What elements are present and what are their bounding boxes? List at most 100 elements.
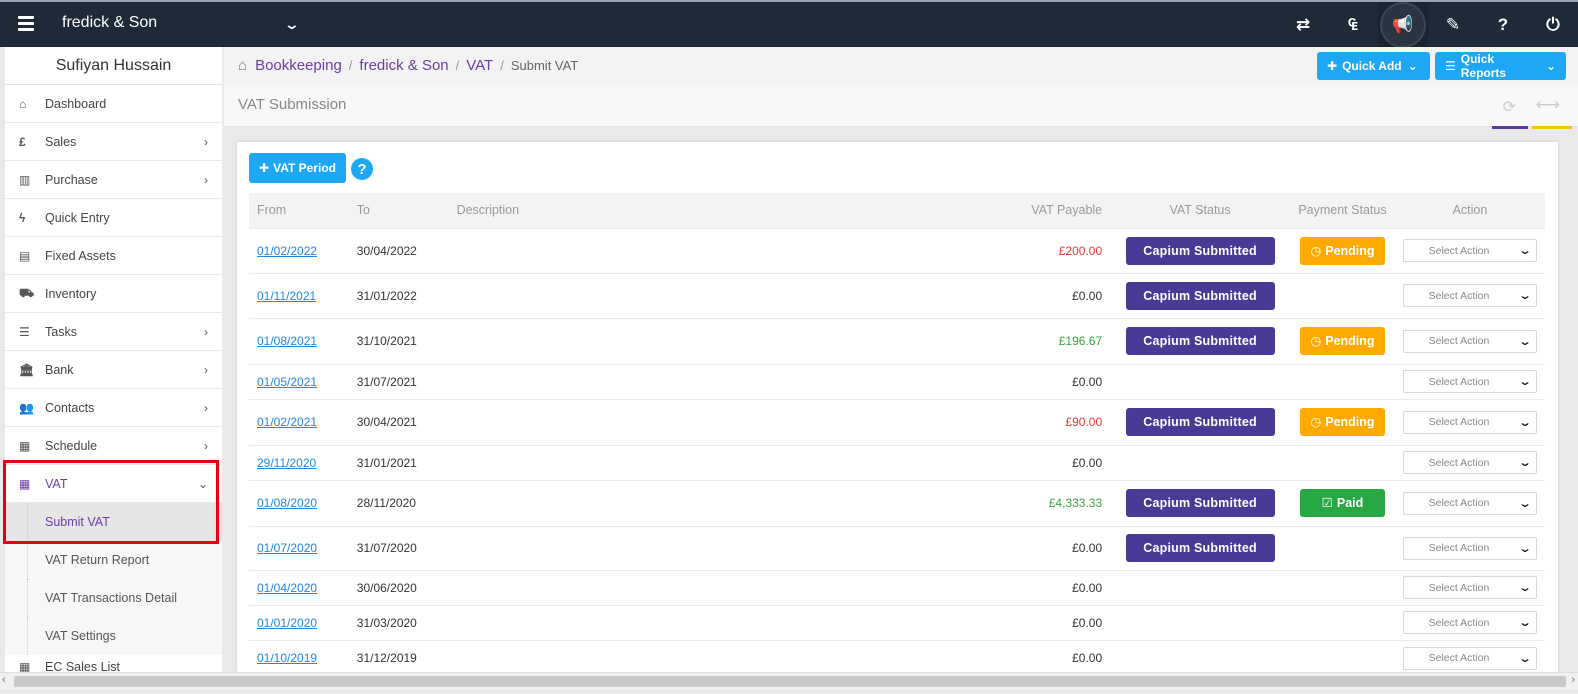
- select-action-dropdown[interactable]: Select Action ⌄: [1402, 576, 1537, 599]
- breadcrumb: ⌂ Bookkeeping / fredick & Son / VAT / Su…: [238, 57, 578, 74]
- scroll-right-icon[interactable]: ›: [1571, 674, 1575, 686]
- company-name[interactable]: fredick & Son: [62, 14, 157, 32]
- cell-payment-status: [1289, 525, 1395, 570]
- sidebar-item-purchase[interactable]: ▥ Purchase ›: [5, 161, 222, 199]
- sidebar-item-dashboard[interactable]: ⌂ Dashboard: [5, 85, 222, 123]
- vat-periods-table: From To Description VAT Payable VAT Stat…: [249, 193, 1545, 672]
- cell-to: 30/06/2020: [348, 569, 449, 605]
- quick-reports-button[interactable]: ☰ Quick Reports ⌄: [1435, 52, 1566, 80]
- chevron-down-icon: ⌄: [1518, 457, 1532, 469]
- cell-from: 01/01/2020: [249, 604, 349, 640]
- refresh-icon[interactable]: ⟳: [1503, 97, 1516, 117]
- breadcrumb-company[interactable]: fredick & Son: [359, 57, 448, 74]
- cell-payment-status: ☑ Paid: [1289, 479, 1395, 526]
- select-action-dropdown[interactable]: Select Action ⌄: [1402, 370, 1537, 393]
- column-header-vat-payable[interactable]: VAT Payable: [1010, 193, 1110, 228]
- sidebar-item-fixed-assets[interactable]: ▤ Fixed Assets: [5, 237, 222, 275]
- column-header-payment-status[interactable]: Payment Status: [1290, 193, 1395, 228]
- period-from-link[interactable]: 01/02/2021: [257, 415, 317, 429]
- sidebar-item-sales[interactable]: £ Sales ›: [5, 123, 222, 161]
- bolt-icon: ϟ: [19, 210, 26, 225]
- home-icon[interactable]: ⌂: [238, 57, 247, 74]
- truck-icon: ⛟: [19, 285, 35, 300]
- period-from-link[interactable]: 01/05/2021: [257, 375, 317, 389]
- period-from-link[interactable]: 01/10/2019: [257, 651, 317, 665]
- sidebar-item-vat[interactable]: ▦ VAT ⌄: [5, 465, 222, 503]
- cell-to: 31/10/2021: [348, 317, 449, 364]
- add-vat-period-button[interactable]: ✚ VAT Period: [249, 153, 346, 183]
- cell-vat-payable: £0.00: [1010, 363, 1111, 399]
- payment-status-label: Pending: [1325, 334, 1375, 348]
- capium-icon[interactable]: ₠: [1328, 2, 1378, 47]
- cell-to: 31/07/2020: [348, 525, 449, 570]
- select-action-dropdown[interactable]: Select Action ⌄: [1402, 410, 1537, 434]
- period-from-link[interactable]: 29/11/2020: [257, 456, 316, 470]
- select-action-dropdown[interactable]: Select Action ⌄: [1402, 451, 1537, 474]
- expand-icon[interactable]: ⟷: [1536, 95, 1560, 115]
- select-action-dropdown[interactable]: Select Action ⌄: [1402, 491, 1537, 515]
- period-from-link[interactable]: 01/11/2021: [257, 289, 316, 303]
- scroll-left-icon[interactable]: ‹: [2, 674, 6, 686]
- tag-icon[interactable]: ✎: [1428, 2, 1478, 47]
- period-from-link[interactable]: 01/08/2021: [257, 334, 317, 348]
- cell-vat-status: Capium Submitted: [1110, 525, 1290, 570]
- chevron-down-icon[interactable]: ⌄: [284, 16, 300, 33]
- select-action-dropdown[interactable]: Select Action ⌄: [1402, 239, 1537, 262]
- select-action-label: Select Action: [1428, 581, 1490, 594]
- table-row: 01/11/2021 31/01/2022 £0.00 Capium Submitte…: [249, 272, 1545, 318]
- sidebar-item-quick-entry[interactable]: ϟ Quick Entry: [5, 199, 222, 237]
- sidebar-item-schedule[interactable]: ▦ Schedule ›: [5, 427, 222, 465]
- column-header-vat-status[interactable]: VAT Status: [1110, 193, 1290, 228]
- help-circle-icon[interactable]: ?: [351, 158, 373, 180]
- quick-add-button[interactable]: ✚ Quick Add ⌄: [1317, 52, 1430, 80]
- scrollbar-thumb[interactable]: [14, 676, 1566, 687]
- column-header-description[interactable]: Description: [449, 193, 1011, 228]
- plus-icon: ✚: [259, 161, 270, 175]
- cell-to: 31/01/2021: [348, 444, 449, 480]
- calculator-icon: ▦: [19, 476, 31, 491]
- cell-description: [448, 604, 1011, 640]
- cell-vat-status: Capium Submitted: [1110, 479, 1290, 526]
- cell-description: [448, 479, 1011, 526]
- help-icon[interactable]: ?: [1478, 2, 1528, 47]
- vat-status-badge: Capium Submitted: [1125, 408, 1275, 436]
- cell-from: 01/08/2021: [249, 317, 349, 364]
- period-from-link[interactable]: 01/08/2020: [257, 496, 317, 510]
- sidebar-item-bank[interactable]: 🏛 Bank ›: [5, 351, 222, 389]
- megaphone-icon[interactable]: 📢: [1378, 2, 1428, 47]
- clock-icon: ◷: [1310, 334, 1322, 348]
- select-action-dropdown[interactable]: Select Action ⌄: [1402, 646, 1537, 670]
- sidebar-subitem-vat-transactions-detail[interactable]: VAT Transactions Detail: [5, 579, 222, 617]
- select-action-dropdown[interactable]: Select Action ⌄: [1402, 284, 1537, 307]
- period-from-link[interactable]: 01/01/2020: [257, 616, 317, 630]
- cell-payment-status: [1289, 444, 1395, 480]
- column-header-from[interactable]: From: [249, 193, 349, 228]
- quick-add-label: Quick Add: [1342, 59, 1402, 73]
- select-action-dropdown[interactable]: Select Action ⌄: [1402, 611, 1537, 634]
- accent-bar-purple: [1492, 126, 1528, 129]
- exchange-icon[interactable]: ⇄: [1278, 2, 1328, 47]
- power-icon[interactable]: ⏻: [1528, 2, 1578, 47]
- cell-vat-status: Capium Submitted: [1110, 317, 1290, 364]
- sidebar-item-label: Fixed Assets: [45, 248, 116, 263]
- period-from-link[interactable]: 01/04/2020: [257, 581, 317, 595]
- select-action-dropdown[interactable]: Select Action ⌄: [1402, 536, 1537, 560]
- column-header-to[interactable]: To: [349, 193, 449, 228]
- list-icon: ☰: [19, 324, 30, 339]
- sidebar-item-ec-sales-list[interactable]: ▦ EC Sales List: [5, 655, 222, 672]
- cell-from: 01/02/2022: [249, 227, 349, 273]
- sidebar-subitem-submit-vat[interactable]: Submit VAT: [5, 503, 222, 541]
- menu-icon[interactable]: [18, 16, 34, 31]
- breadcrumb-bookkeeping[interactable]: Bookkeeping: [255, 57, 342, 74]
- breadcrumb-vat[interactable]: VAT: [466, 57, 493, 74]
- period-from-link[interactable]: 01/02/2022: [257, 244, 317, 258]
- sidebar-subitem-vat-settings[interactable]: VAT Settings: [5, 617, 222, 655]
- sidebar-item-tasks[interactable]: ☰ Tasks ›: [5, 313, 222, 351]
- select-action-dropdown[interactable]: Select Action ⌄: [1402, 329, 1537, 353]
- period-from-link[interactable]: 01/07/2020: [257, 541, 317, 555]
- sidebar-item-contacts[interactable]: 👥 Contacts ›: [5, 389, 222, 427]
- sidebar-item-inventory[interactable]: ⛟ Inventory: [5, 275, 222, 313]
- horizontal-scrollbar[interactable]: ‹ ›: [0, 672, 1578, 689]
- sidebar-subitem-vat-return-report[interactable]: VAT Return Report: [5, 541, 222, 579]
- calculator-icon: ▦: [19, 660, 31, 672]
